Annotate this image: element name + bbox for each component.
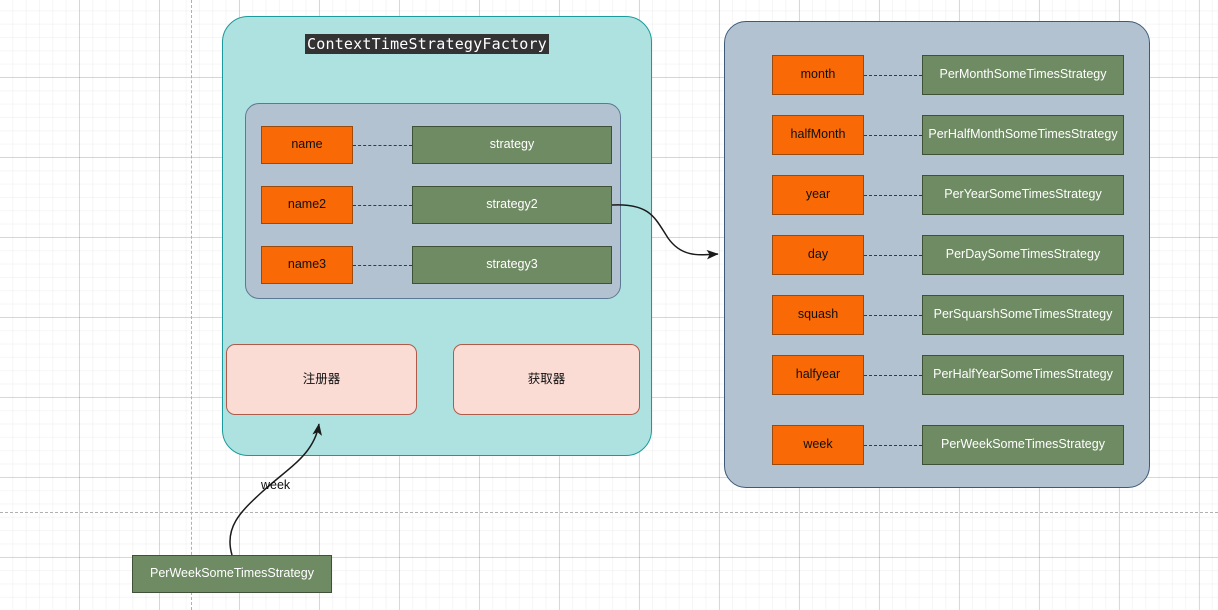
registry-value-label: PerSquarshSomeTimesStrategy (933, 307, 1113, 322)
registrar-label: 注册器 (302, 371, 341, 386)
registry-link-line (864, 135, 922, 136)
registry-link-line (864, 255, 922, 256)
registry-value-label: PerYearSomeTimesStrategy (944, 187, 1102, 202)
map-link-line (353, 265, 412, 266)
registry-value-label: PerDaySomeTimesStrategy (945, 247, 1101, 262)
registry-key-box[interactable]: month (772, 55, 864, 95)
map-value-box[interactable]: strategy2 (412, 186, 612, 224)
registry-key-label: month (800, 67, 836, 82)
registry-key-label: week (803, 437, 833, 452)
registry-key-label: halfyear (795, 367, 841, 382)
registry-link-line (864, 375, 922, 376)
horizontal-guide-line (0, 512, 1218, 513)
map-link-line (353, 205, 412, 206)
edge-label-week: week (261, 478, 291, 492)
map-key-box[interactable]: name (261, 126, 353, 164)
vertical-guide-line (191, 0, 192, 610)
map-link-line (353, 145, 412, 146)
map-value-label: strategy3 (486, 257, 538, 272)
map-value-box[interactable]: strategy (412, 126, 612, 164)
map-key-label: name3 (287, 257, 327, 272)
registry-link-line (864, 195, 922, 196)
registry-key-box[interactable]: week (772, 425, 864, 465)
factory-title: ContextTimeStrategyFactory (305, 34, 549, 54)
registry-value-box[interactable]: PerSquarshSomeTimesStrategy (922, 295, 1124, 335)
registry-key-label: squash (797, 307, 839, 322)
registry-value-box[interactable]: PerHalfYearSomeTimesStrategy (922, 355, 1124, 395)
registry-value-label: PerWeekSomeTimesStrategy (941, 437, 1105, 452)
registry-key-box[interactable]: squash (772, 295, 864, 335)
registry-key-label: day (807, 247, 829, 262)
map-key-label: name2 (287, 197, 327, 212)
getter-box[interactable]: 获取器 (453, 344, 640, 415)
registry-key-box[interactable]: halfMonth (772, 115, 864, 155)
registry-key-box[interactable]: day (772, 235, 864, 275)
registry-link-line (864, 75, 922, 76)
registry-key-box[interactable]: year (772, 175, 864, 215)
registry-value-box[interactable]: PerWeekSomeTimesStrategy (922, 425, 1124, 465)
registry-value-box[interactable]: PerHalfMonthSomeTimesStrategy (922, 115, 1124, 155)
registry-value-label: PerMonthSomeTimesStrategy (939, 67, 1107, 82)
getter-label: 获取器 (527, 371, 566, 386)
diagram-canvas: ContextTimeStrategyFactory name strategy… (0, 0, 1218, 610)
map-key-box[interactable]: name3 (261, 246, 353, 284)
external-node-label: PerWeekSomeTimesStrategy (150, 566, 314, 581)
registry-key-label: halfMonth (790, 127, 846, 142)
registry-link-line (864, 445, 922, 446)
map-value-label: strategy (489, 137, 535, 152)
registry-value-box[interactable]: PerMonthSomeTimesStrategy (922, 55, 1124, 95)
map-key-box[interactable]: name2 (261, 186, 353, 224)
registrar-box[interactable]: 注册器 (226, 344, 417, 415)
map-value-label: strategy2 (486, 197, 538, 212)
map-key-label: name (291, 137, 323, 152)
external-node[interactable]: PerWeekSomeTimesStrategy (132, 555, 332, 593)
registry-link-line (864, 315, 922, 316)
registry-key-label: year (805, 187, 831, 202)
registry-value-label: PerHalfYearSomeTimesStrategy (933, 367, 1113, 382)
registry-value-box[interactable]: PerYearSomeTimesStrategy (922, 175, 1124, 215)
registry-key-box[interactable]: halfyear (772, 355, 864, 395)
registry-value-label: PerHalfMonthSomeTimesStrategy (928, 127, 1118, 142)
map-value-box[interactable]: strategy3 (412, 246, 612, 284)
registry-value-box[interactable]: PerDaySomeTimesStrategy (922, 235, 1124, 275)
